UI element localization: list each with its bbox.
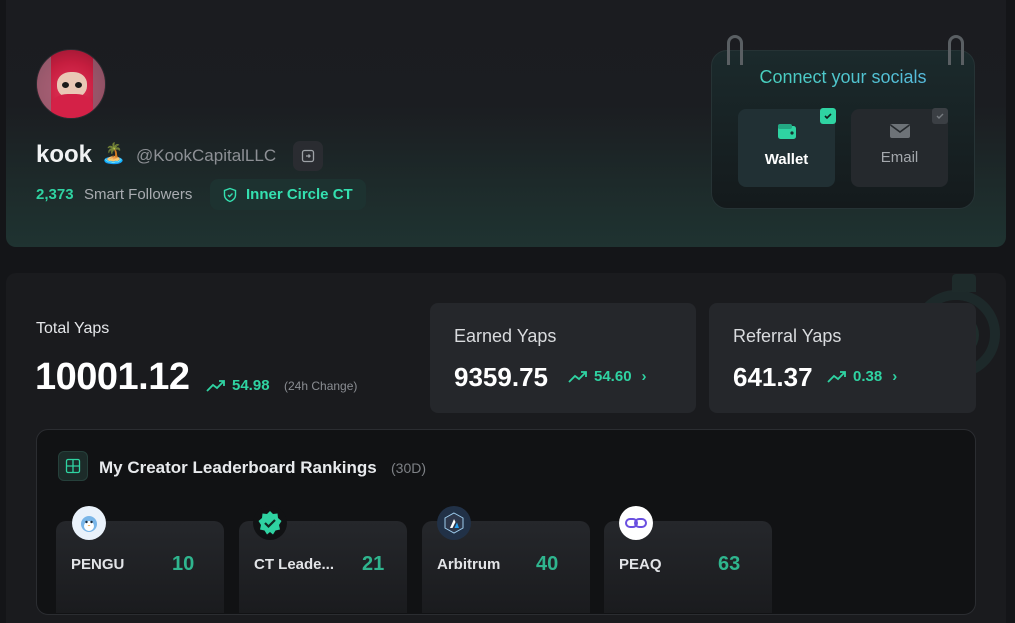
rank-number: 21 <box>362 553 385 575</box>
badge-label: Inner Circle CT <box>246 186 353 203</box>
chevron-right-icon: › <box>641 368 647 385</box>
connect-socials-title: Connect your socials <box>711 67 975 88</box>
trending-up-icon <box>206 379 225 392</box>
wallet-connected-check-icon <box>820 108 836 124</box>
rankings-period: (30D) <box>391 460 427 476</box>
profile-handle[interactable]: @KookCapitalLLC <box>136 146 276 166</box>
referral-yaps-label: Referral Yaps <box>733 326 842 346</box>
change-period-note: (24h Change) <box>284 379 358 393</box>
smart-followers-label: Smart Followers <box>84 186 193 203</box>
referral-yaps-change-value: 0.38 <box>853 368 883 385</box>
peaq-logo-icon <box>619 506 653 540</box>
rank-name: CT Leade... <box>254 556 335 573</box>
referral-yaps-change[interactable]: 0.38 › <box>827 368 897 385</box>
wallet-label: Wallet <box>764 151 809 168</box>
email-check-icon <box>932 108 948 124</box>
switch-account-button[interactable] <box>293 141 323 171</box>
total-yaps-label: Total Yaps <box>36 320 110 337</box>
binder-ring-right <box>948 35 964 65</box>
arbitrum-logo-icon <box>437 506 471 540</box>
wallet-icon <box>777 124 796 139</box>
profile-name: kook <box>36 141 93 168</box>
rank-name: Arbitrum <box>437 556 501 573</box>
referral-yaps-card[interactable] <box>709 303 976 413</box>
rank-number: 10 <box>172 553 195 575</box>
rank-number: 40 <box>536 553 559 575</box>
smart-followers-count: 2,373 <box>36 186 74 203</box>
total-yaps-change-value: 54.98 <box>232 377 270 394</box>
shield-icon <box>223 187 237 202</box>
avatar[interactable] <box>36 49 106 119</box>
earned-yaps-change-value: 54.60 <box>594 368 632 385</box>
chevron-right-icon: › <box>892 368 898 385</box>
referral-yaps-value: 641.37 <box>733 362 813 392</box>
earned-yaps-value: 9359.75 <box>454 362 548 392</box>
leaderboard-grid-icon <box>58 451 88 481</box>
rank-name: PEAQ <box>619 556 662 573</box>
earned-yaps-label: Earned Yaps <box>454 326 557 346</box>
island-emoji: 🏝️ <box>101 143 126 165</box>
inner-circle-badge[interactable]: Inner Circle CT <box>210 179 366 210</box>
rankings-title: My Creator Leaderboard Rankings <box>99 458 377 477</box>
total-yaps-value: 10001.12 <box>35 356 190 398</box>
trending-up-icon <box>568 370 587 383</box>
rank-name: PENGU <box>71 556 125 573</box>
email-label: Email <box>880 149 919 166</box>
binder-ring-left <box>727 35 743 65</box>
total-yaps-change: 54.98 <box>206 377 270 394</box>
earned-yaps-card[interactable] <box>430 303 696 413</box>
login-icon <box>301 149 315 163</box>
rank-number: 63 <box>718 553 741 575</box>
trending-up-icon <box>827 370 846 383</box>
pengu-logo-icon <box>72 506 106 540</box>
mail-icon <box>889 124 910 138</box>
earned-yaps-change[interactable]: 54.60 › <box>568 368 647 385</box>
verified-badge-icon <box>253 506 287 540</box>
